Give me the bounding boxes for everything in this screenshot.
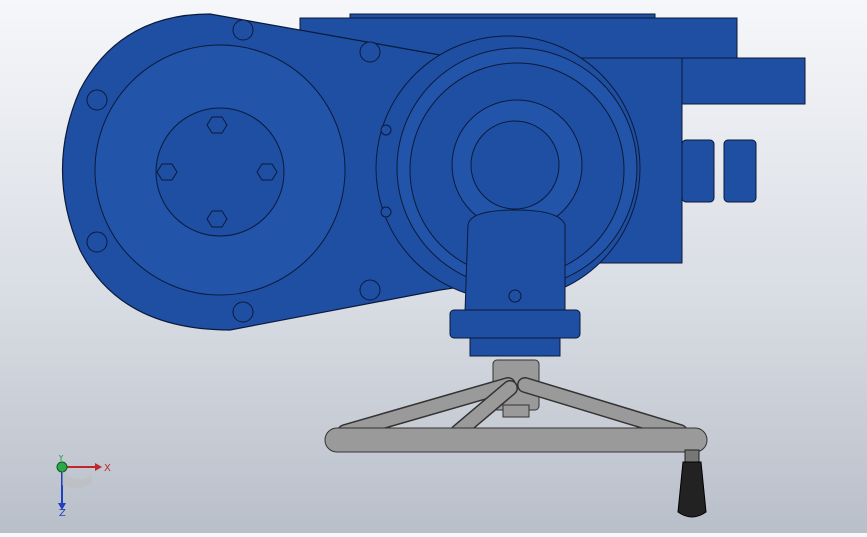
cover-bolt-icon (359, 279, 381, 301)
output-bore (470, 120, 560, 210)
grease-port (508, 289, 522, 303)
cover-bolt-icon (232, 301, 254, 323)
hex-nut-icon (723, 139, 757, 203)
x-axis-label: X (104, 463, 111, 474)
spindle-flange (449, 309, 581, 339)
cad-viewport[interactable]: X Y Z (0, 0, 867, 533)
hex-nut-icon (681, 139, 715, 203)
hub-bolt-icon (206, 210, 228, 228)
handwheel-knob-icon[interactable] (677, 461, 707, 518)
model-render[interactable] (0, 0, 867, 533)
cover-bolt-icon (380, 124, 392, 136)
cover-bolt-icon (86, 89, 108, 111)
cover-bolt-icon (380, 206, 392, 218)
hub-bolt-icon (256, 163, 278, 181)
y-axis-label: Y (57, 455, 65, 464)
hub-bolt-icon (156, 163, 178, 181)
handwheel-spoke (518, 378, 687, 439)
handwheel-rim (324, 427, 708, 453)
hub-nut-icon (502, 404, 530, 418)
cover-bolt-icon (359, 41, 381, 63)
spindle-collar (469, 337, 561, 357)
hub-bolt-icon (206, 116, 228, 134)
z-axis-label: Z (59, 508, 66, 517)
axis-triad: X Y Z (56, 455, 111, 517)
cover-bolt-icon (86, 231, 108, 253)
cover-bolt-icon (232, 19, 254, 41)
